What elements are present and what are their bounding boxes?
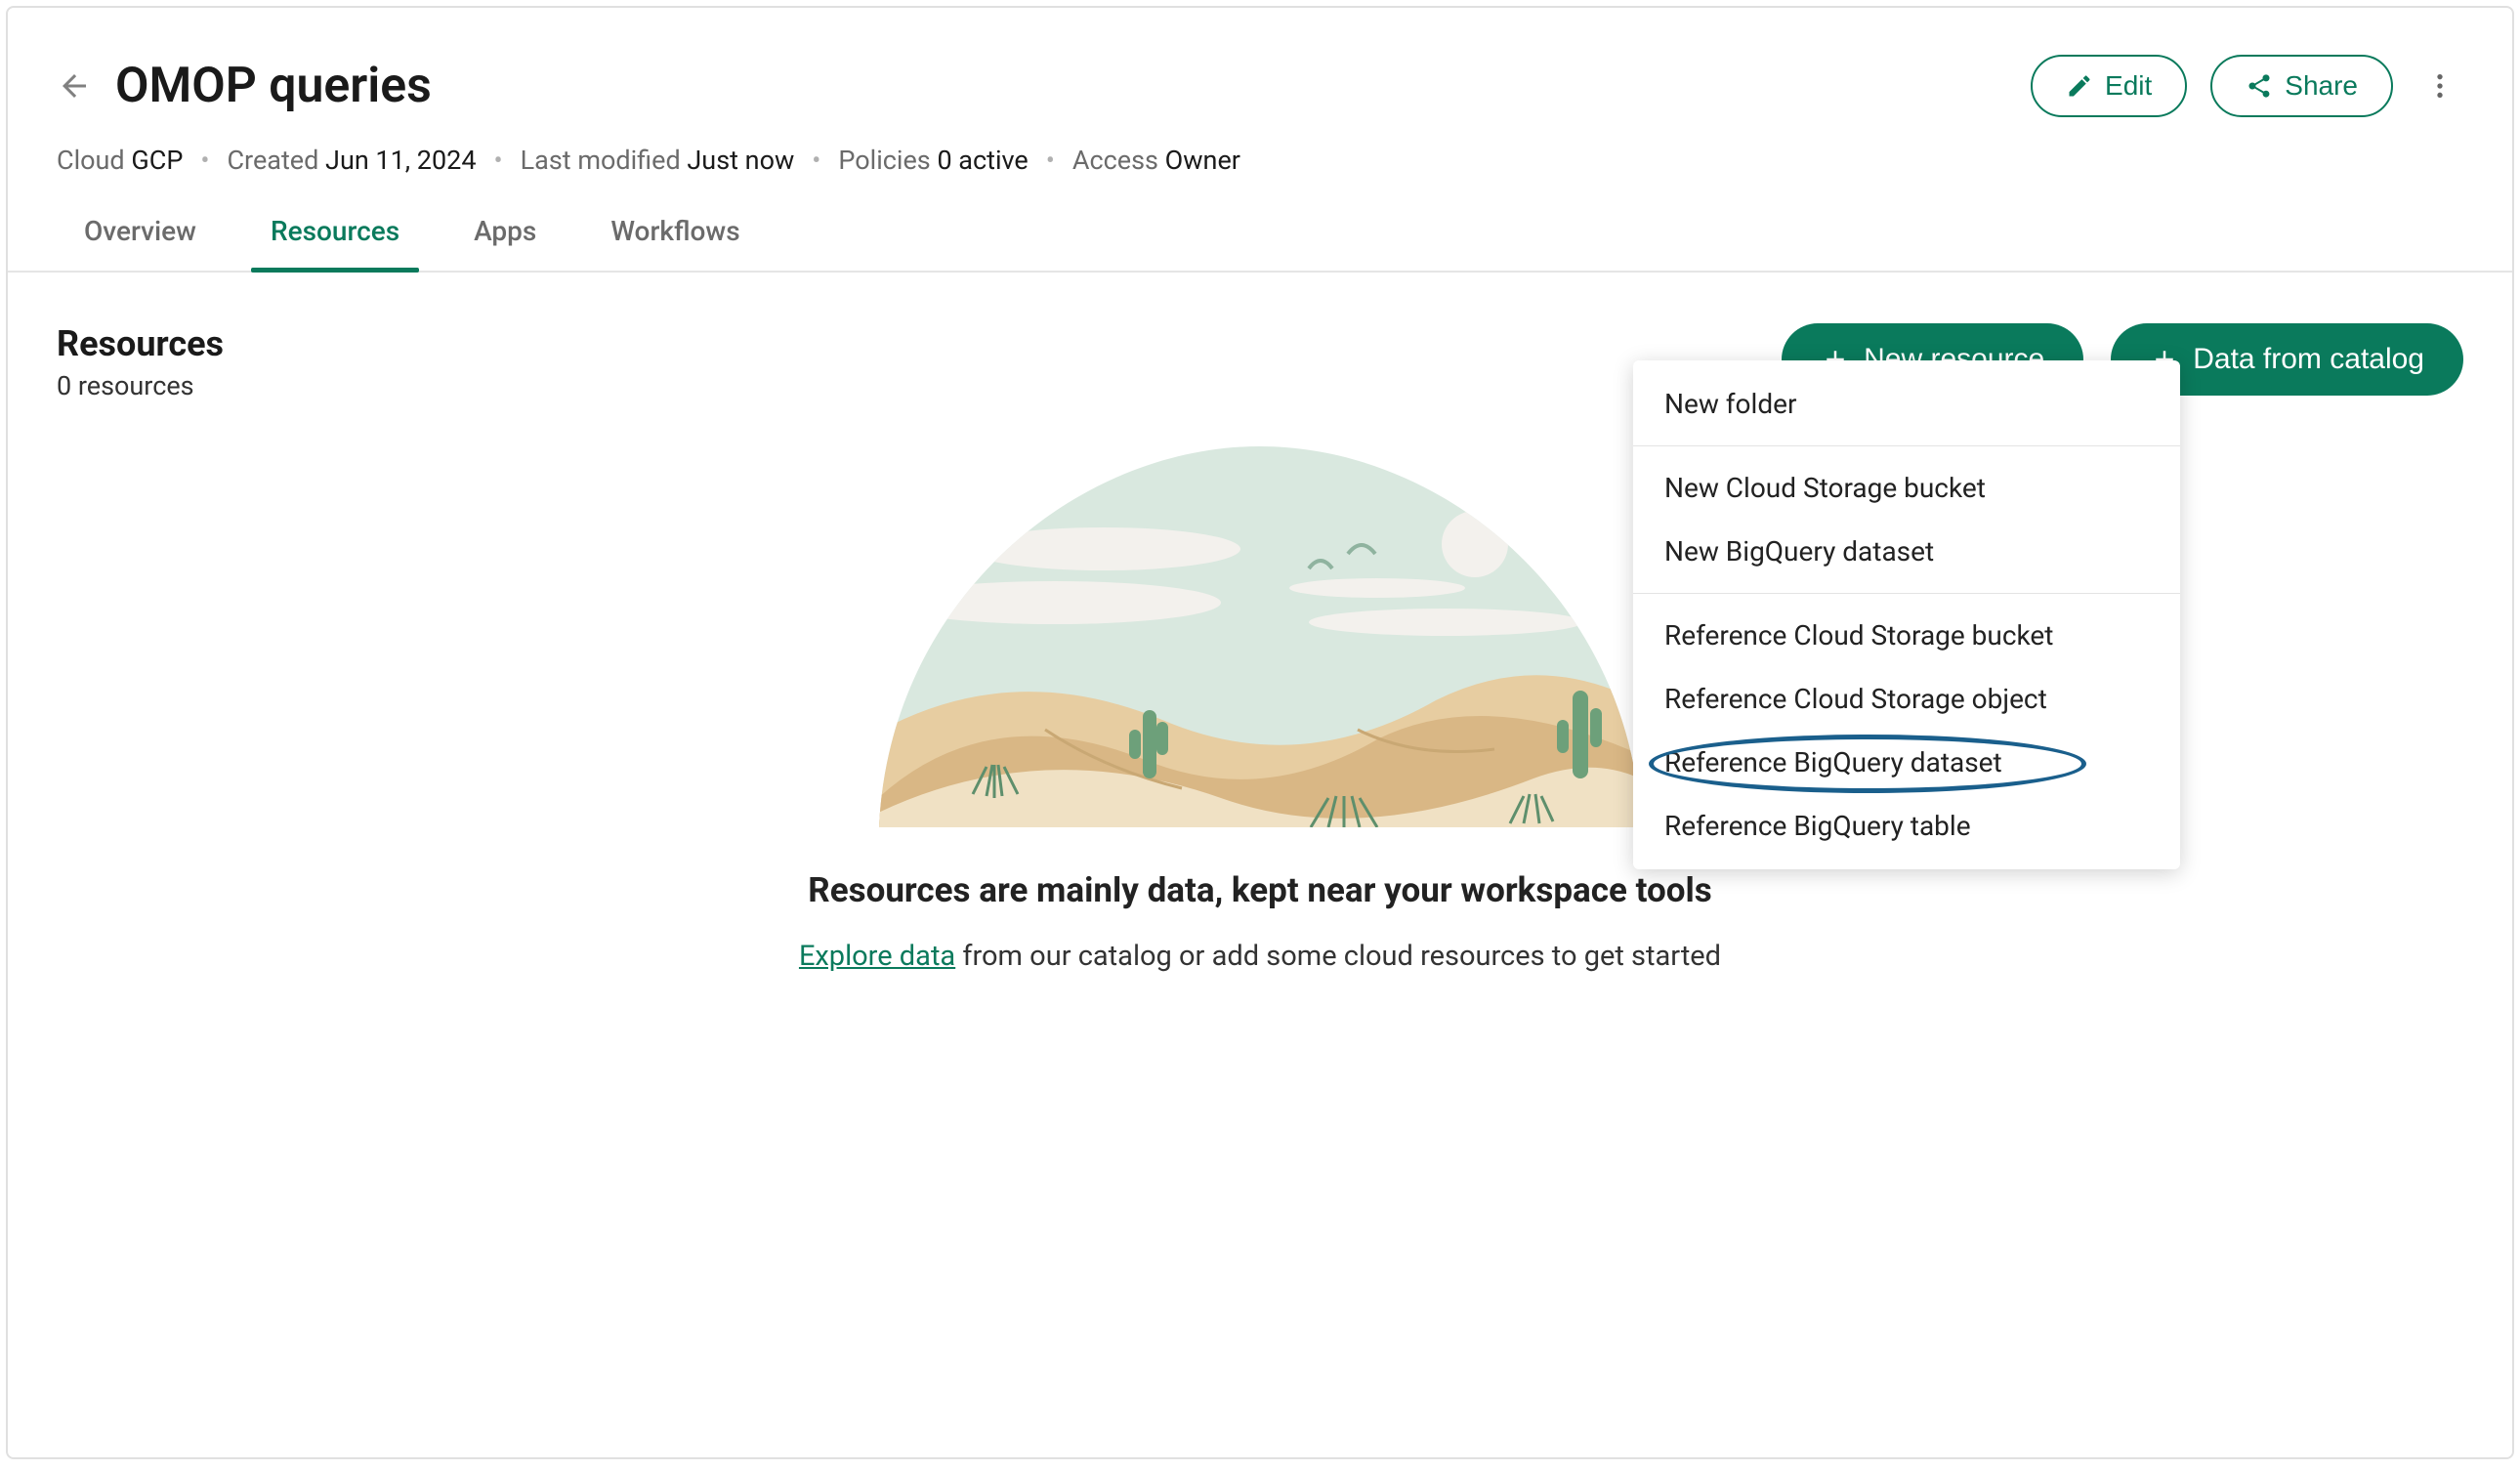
cloud-value: GCP <box>131 145 183 176</box>
dropdown-item-new-folder[interactable]: New folder <box>1633 372 2180 436</box>
back-button[interactable] <box>57 68 92 104</box>
meta-row: Cloud GCP • Created Jun 11, 2024 • Last … <box>8 117 2512 176</box>
access-value: Owner <box>1165 145 1240 176</box>
dot-sep: • <box>1046 145 1055 176</box>
edit-button[interactable]: Edit <box>2031 55 2187 117</box>
dropdown-item-reference-bigquery-dataset[interactable]: Reference BigQuery dataset <box>1633 731 2180 794</box>
more-vert-icon <box>2424 70 2456 102</box>
access-label: Access <box>1072 145 1158 176</box>
pencil-icon <box>2066 72 2093 100</box>
dropdown-item-new-bigquery-dataset[interactable]: New BigQuery dataset <box>1633 520 2180 583</box>
cloud-label: Cloud <box>57 145 125 176</box>
modified-value: Just now <box>687 145 794 176</box>
share-button[interactable]: Share <box>2210 55 2393 117</box>
policies-label: Policies <box>838 145 930 176</box>
explore-data-link[interactable]: Explore data <box>799 940 955 973</box>
tab-overview[interactable]: Overview <box>76 215 204 271</box>
arrow-left-icon <box>57 68 92 104</box>
highlight-ellipse <box>1649 735 2086 793</box>
more-menu-button[interactable] <box>2416 63 2463 109</box>
dot-sep: • <box>812 145 820 176</box>
page-title: OMOP queries <box>115 58 432 114</box>
desert-illustration <box>850 437 1670 827</box>
created-label: Created <box>227 145 318 176</box>
policies-value: 0 active <box>937 145 1028 176</box>
resources-count: 0 resources <box>57 370 224 401</box>
empty-sub-text: from our catalog or add some cloud resou… <box>955 940 1721 973</box>
tab-resources[interactable]: Resources <box>263 215 407 271</box>
dropdown-divider <box>1633 593 2180 594</box>
dropdown-item-reference-bigquery-table[interactable]: Reference BigQuery table <box>1633 794 2180 858</box>
dot-sep: • <box>200 145 209 176</box>
tabs: Overview Resources Apps Workflows <box>8 176 2512 273</box>
created-value: Jun 11, 2024 <box>325 145 476 176</box>
dot-sep: • <box>494 145 503 176</box>
empty-subtext: Explore data from our catalog or add som… <box>799 940 1721 973</box>
dropdown-item-reference-cloud-storage-bucket[interactable]: Reference Cloud Storage bucket <box>1633 604 2180 667</box>
new-resource-dropdown: New folder New Cloud Storage bucket New … <box>1633 360 2180 869</box>
resources-heading: Resources <box>57 323 224 364</box>
tab-apps[interactable]: Apps <box>466 215 544 271</box>
data-from-catalog-label: Data from catalog <box>2193 343 2424 376</box>
share-label: Share <box>2285 70 2358 102</box>
empty-heading: Resources are mainly data, kept near you… <box>808 870 1711 910</box>
dropdown-divider <box>1633 445 2180 446</box>
edit-label: Edit <box>2105 70 2152 102</box>
tab-workflows[interactable]: Workflows <box>603 215 747 271</box>
share-icon <box>2246 72 2273 100</box>
dropdown-item-new-cloud-storage-bucket[interactable]: New Cloud Storage bucket <box>1633 456 2180 520</box>
dropdown-item-reference-cloud-storage-object[interactable]: Reference Cloud Storage object <box>1633 667 2180 731</box>
modified-label: Last modified <box>521 145 681 176</box>
